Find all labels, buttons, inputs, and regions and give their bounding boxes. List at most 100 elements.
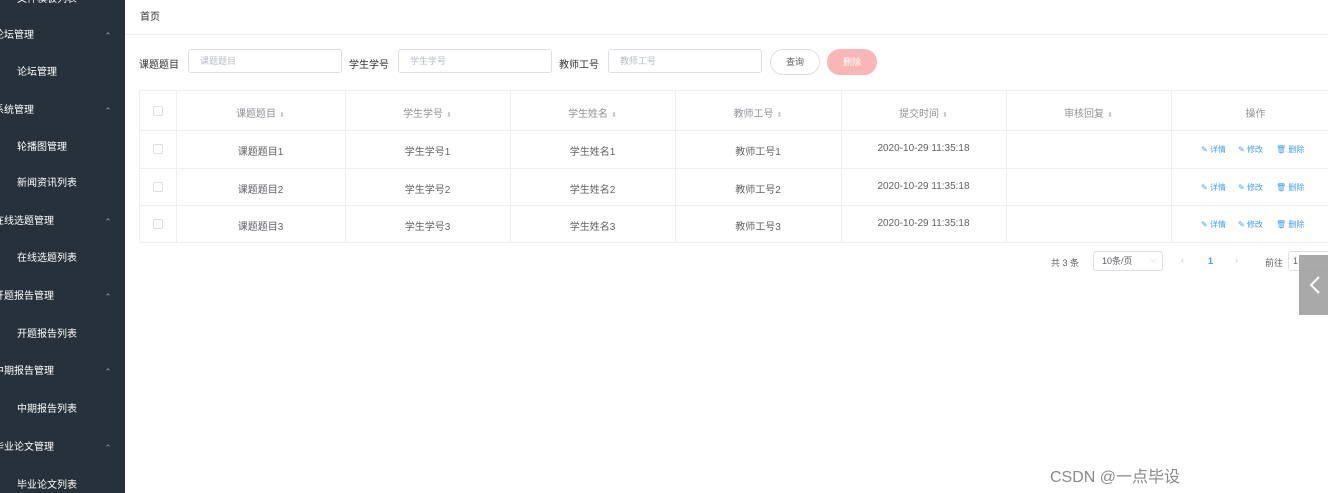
page-number-1[interactable]: 1 [1208,256,1213,266]
chevron-left-icon [1309,276,1320,294]
cell-text: 教师工号1 [735,147,781,158]
topic-filter-label: 课题题目 [139,60,179,71]
trash-icon: 🗑 [1276,182,1289,192]
detail-action[interactable]: ✎ 详情 [1201,219,1226,230]
column-header[interactable]: 课题题目 ⬍ [176,105,345,120]
sort-icon[interactable]: ⬍ [611,112,617,119]
sidebar-item[interactable]: 新闻资讯列表 [0,174,125,194]
edit-action[interactable]: ✎ 修改 [1238,144,1263,155]
watermark: CSDN @一点毕设 [1050,469,1181,486]
student-filter-input[interactable]: 学生学号 [398,49,552,73]
sidebar-item[interactable]: 文件模板列表 [0,0,125,10]
cell-text: 2020-10-29 11:35:18 [877,217,970,229]
sidebar-item-label: 中期报告列表 [17,404,77,415]
table-cell: 教师工号3 [675,218,841,233]
edit-action[interactable]: ✎ 修改 [1238,219,1263,230]
sidebar-item[interactable]: 轮播图管理 [0,138,125,158]
table-cell: 教师工号1 [675,143,841,158]
table-cell: 2020-10-29 11:35:18 [841,181,1006,192]
main-content: 首页 课题题目 课题题目 学生学号 学生学号 教师工号 教师工号 查询 删除 课… [125,0,1328,493]
sidebar-item[interactable]: 在线选题列表 [0,249,125,269]
detail-action[interactable]: ✎ 详情 [1201,144,1226,155]
sidebar-item-label: 开题报告管理 [0,291,54,302]
delete-action[interactable]: 🗑 删除 [1276,219,1304,230]
breadcrumb[interactable]: 首页 [140,8,160,23]
sidebar-item[interactable]: 论坛管理 [0,63,125,83]
sidebar-group[interactable]: 系统管理 ⌃ [0,101,119,121]
collapse-panel-button[interactable] [1299,255,1328,315]
delete-button[interactable]: 删除 [827,49,877,75]
sidebar-item-label: 论坛管理 [17,67,57,78]
sidebar-item-label: 论坛管理 [0,30,34,41]
sidebar: 文件模板列表论坛管理⌃论坛管理系统管理⌃轮播图管理新闻资讯列表在线选题管理⌃在线… [0,0,125,493]
sort-icon[interactable]: ⬍ [942,112,948,119]
topic-filter-input[interactable]: 课题题目 [188,49,342,73]
sort-icon[interactable]: ⬍ [446,112,452,119]
query-button[interactable]: 查询 [770,49,820,75]
sidebar-group[interactable]: 论坛管理 ⌃ [0,26,119,46]
column-header-label: 学生姓名 [568,108,609,120]
chevron-down-icon: ⌵ [1150,257,1156,264]
teacher-filter-input[interactable]: 教师工号 [608,49,762,73]
cell-text: 2020-10-29 11:35:18 [877,180,970,192]
delete-action[interactable]: 🗑 删除 [1276,144,1304,155]
sidebar-group[interactable]: 毕业论文管理 ⌃ [0,438,119,458]
chevron-up-icon: ⌃ [104,367,112,377]
data-table: 课题题目 ⬍ 学生学号 ⬍ 学生姓名 ⬍ 教师工号 ⬍ 提交时间 ⬍ 审核回复 ⬍ 操作 课题题目1 学生学… [139,90,1328,243]
action-label: 详情 [1209,219,1226,229]
delete-action[interactable]: 🗑 删除 [1276,182,1304,193]
edit-icon: ✎ [1238,145,1247,154]
column-header[interactable]: 教师工号 ⬍ [675,105,841,120]
sidebar-group[interactable]: 中期报告管理 ⌃ [0,362,119,382]
sidebar-item-label: 毕业论文管理 [0,442,54,453]
column-header-label: 教师工号 [733,108,774,120]
cell-text: 课题题目2 [237,184,284,196]
column-header[interactable]: 审核回复 ⬍ [1006,105,1171,120]
trash-icon: 🗑 [1276,219,1289,229]
row-divider [140,205,1328,206]
sidebar-group[interactable]: 开题报告管理 ⌃ [0,287,119,307]
select-all-checkbox[interactable] [153,105,163,116]
edit-action[interactable]: ✎ 修改 [1238,182,1263,193]
column-header[interactable]: 提交时间 ⬍ [841,105,1006,120]
chevron-up-icon: ⌃ [104,106,112,116]
column-header[interactable]: 操作 [1171,105,1328,120]
next-page-icon[interactable]: › [1235,255,1238,265]
edit-icon: ✎ [1238,219,1247,229]
row-checkbox[interactable] [153,218,163,229]
table-cell: 2020-10-29 11:35:18 [841,218,1006,229]
action-label: 删除 [1288,182,1305,192]
row-divider [140,168,1328,169]
sidebar-group[interactable]: 在线选题管理 ⌃ [0,212,119,232]
chevron-up-icon: ⌃ [104,443,112,453]
column-header[interactable]: 学生姓名 ⬍ [510,105,675,120]
sort-icon[interactable]: ⬍ [777,112,783,119]
column-header-label: 审核回复 [1064,108,1105,120]
column-header-label: 课题题目 [236,108,277,120]
pagination-total: 共 3 条 [1051,258,1080,268]
sidebar-item[interactable]: 毕业论文列表 [0,476,125,493]
sidebar-item[interactable]: 中期报告列表 [0,400,125,420]
view-icon: ✎ [1201,219,1210,229]
row-checkbox[interactable] [153,181,163,192]
table-cell: 课题题目3 [176,218,345,233]
action-label: 删除 [1288,219,1305,229]
sort-icon[interactable]: ⬍ [279,112,285,119]
cell-text: 学生学号3 [404,221,451,233]
table-cell: 学生学号3 [345,218,510,233]
column-header[interactable]: 学生学号 ⬍ [345,105,510,120]
goto-label: 前往 [1265,258,1284,268]
page-size-select[interactable]: 10条/页 ⌵ [1093,251,1163,271]
sidebar-item[interactable]: 开题报告列表 [0,325,125,345]
prev-page-icon[interactable]: ‹ [1181,255,1184,265]
cell-text: 2020-10-29 11:35:18 [877,143,970,154]
table-cell: 学生姓名3 [510,218,675,233]
cell-text: 教师工号3 [735,221,781,233]
table-cell: 课题题目1 [176,143,345,158]
detail-action[interactable]: ✎ 详情 [1201,182,1226,193]
row-checkbox[interactable] [153,144,163,154]
student-filter-label: 学生学号 [349,60,389,71]
action-label: 详情 [1209,145,1226,154]
teacher-filter-label: 教师工号 [559,60,599,71]
sort-icon[interactable]: ⬍ [1107,112,1113,119]
